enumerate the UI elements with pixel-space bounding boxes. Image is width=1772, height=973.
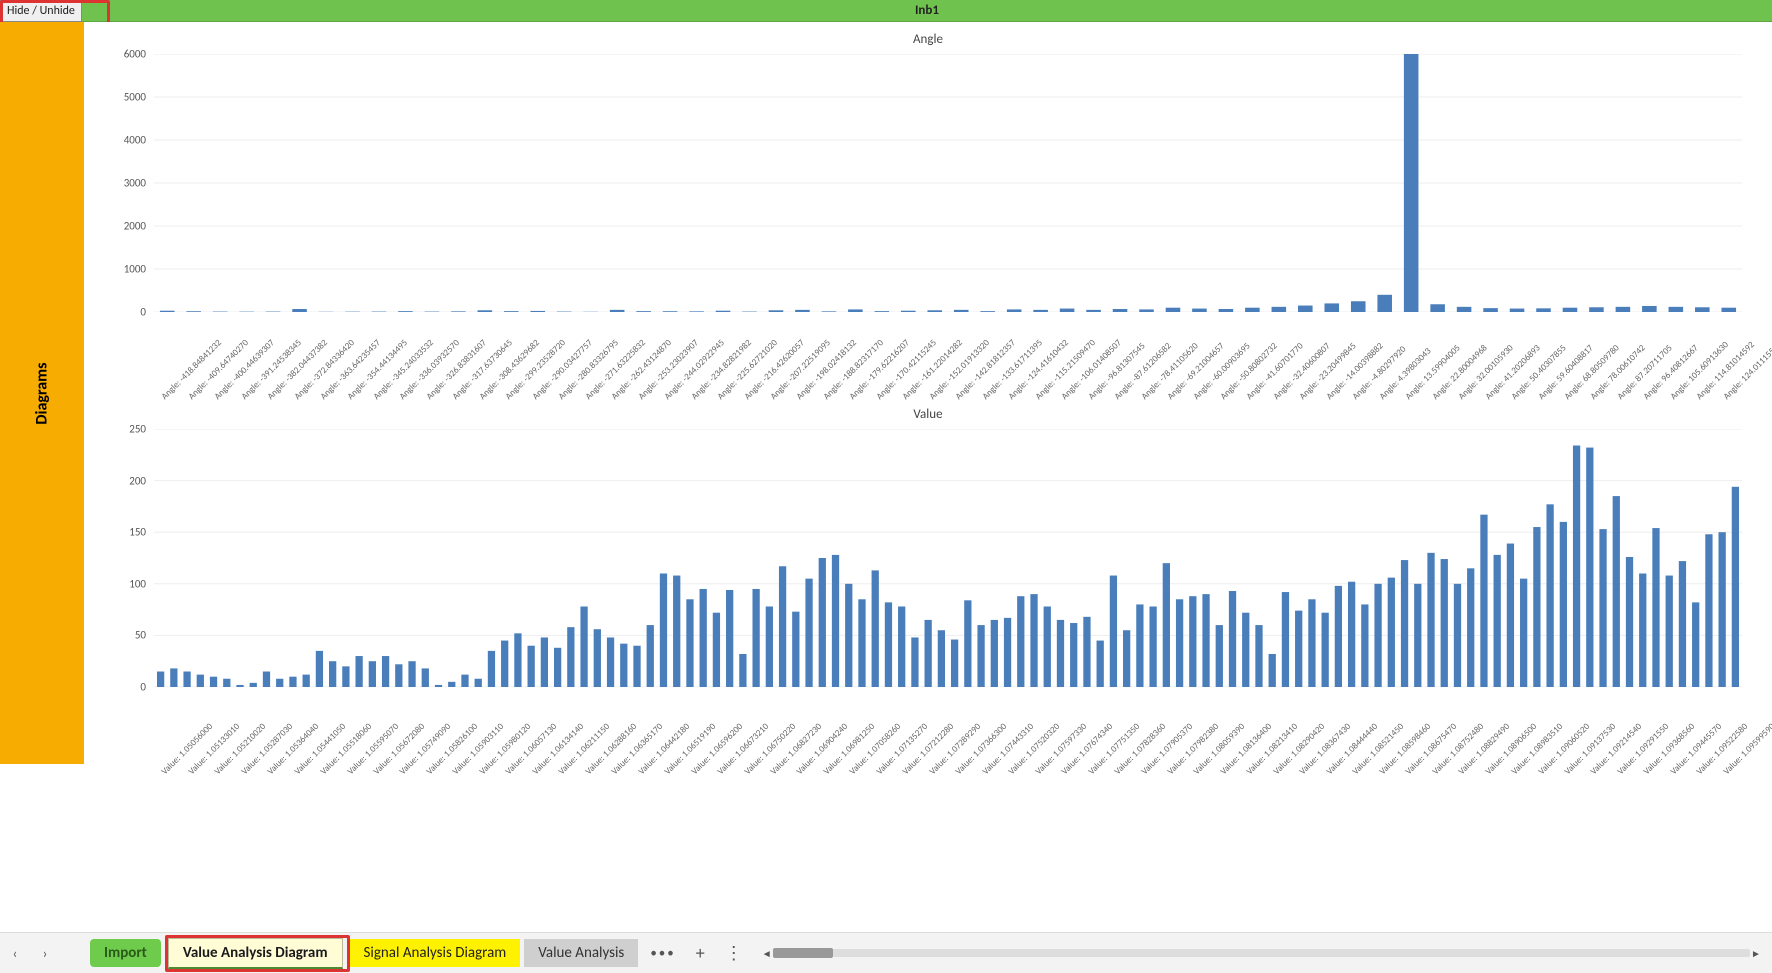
scroll-right-arrow[interactable]: ► xyxy=(1750,946,1762,960)
tab-nav-prev[interactable]: ‹ xyxy=(0,938,30,968)
x-axis-labels-value: Value: 1.05056000Value: 1.05133010Value:… xyxy=(154,687,1742,777)
plot-area-angle xyxy=(154,54,1742,312)
x-axis-labels-angle: Angle: -418.84841232Angle: -409.64740270… xyxy=(154,312,1742,402)
chart-title-value: Value xyxy=(104,407,1752,422)
chart-title-angle: Angle xyxy=(104,32,1752,47)
tab-import[interactable]: Import xyxy=(90,939,161,967)
tab-nav-next[interactable]: › xyxy=(30,938,60,968)
chart-value: Value 050100150200250 Value: 1.05056000V… xyxy=(104,407,1752,777)
scrollbar-track[interactable] xyxy=(773,949,1750,957)
tab-value-analysis[interactable]: Value Analysis xyxy=(524,939,638,967)
chart-region: Angle 0100020003000400050006000 Angle: -… xyxy=(84,22,1772,933)
side-rail-diagrams[interactable]: Diagrams xyxy=(0,22,84,764)
sheet-menu-button[interactable]: ⋮ xyxy=(717,942,751,964)
tab-overflow-button[interactable]: ••• xyxy=(642,946,683,961)
plot-area-value xyxy=(154,429,1742,687)
sheet-tab-bar: ‹ › Import Value Analysis Diagram Signal… xyxy=(0,932,1772,973)
hide-unhide-button[interactable]: Hide / Unhide xyxy=(0,0,82,22)
add-sheet-button[interactable]: + xyxy=(684,942,717,964)
tab-value-analysis-diagram[interactable]: Value Analysis Diagram xyxy=(168,938,343,969)
y-axis-labels-value: 050100150200250 xyxy=(104,429,150,687)
tab-signal-analysis-diagram[interactable]: Signal Analysis Diagram xyxy=(350,939,521,967)
scrollbar-thumb[interactable] xyxy=(773,948,833,958)
page-title: Inb1 xyxy=(82,0,1772,22)
y-axis-labels-angle: 0100020003000400050006000 xyxy=(104,54,150,312)
horizontal-scrollbar[interactable]: ◄ ► xyxy=(761,946,1762,960)
chart-angle: Angle 0100020003000400050006000 Angle: -… xyxy=(104,32,1752,402)
title-bar: Hide / Unhide Inb1 xyxy=(0,0,1772,22)
scroll-left-arrow[interactable]: ◄ xyxy=(761,946,773,960)
annotation-highlight-active-tab: Value Analysis Diagram xyxy=(165,935,350,972)
side-rail-label: Diagrams xyxy=(32,362,51,424)
